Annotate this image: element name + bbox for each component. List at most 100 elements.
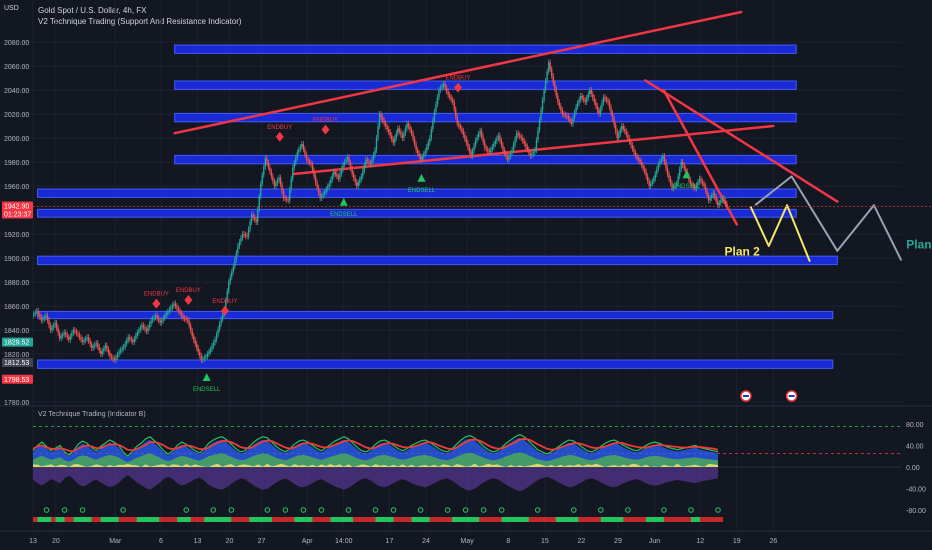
osc-state-bar (366, 517, 372, 522)
osc-state-bar (321, 517, 327, 522)
osc-state-bar (361, 517, 367, 522)
candle-body (450, 97, 452, 100)
candle-body (566, 115, 568, 117)
candle-body (404, 128, 407, 134)
time-tick-label: 6 (159, 538, 163, 545)
osc-state-bar (380, 517, 386, 522)
candle-body (34, 312, 36, 314)
candle-body (356, 182, 358, 186)
candle-body (139, 327, 142, 330)
candle-body (712, 193, 714, 196)
candle-body (84, 338, 87, 341)
candle-body (249, 222, 251, 230)
candle-body (409, 126, 411, 130)
osc-state-bar (488, 517, 494, 522)
candle-body (592, 94, 594, 98)
candle-body (511, 150, 513, 154)
candle-body (488, 150, 490, 153)
osc-state-bar (434, 517, 440, 522)
osc-state-bar (555, 517, 561, 522)
osc-state-bar (55, 517, 61, 522)
us-flag-icon-stripe (788, 395, 795, 397)
price-tick-label: 1960.00 (4, 184, 29, 191)
candle-body (455, 109, 457, 117)
osc-state-bar (627, 517, 633, 522)
candle-body (141, 325, 143, 328)
endbuy-diamond (184, 295, 193, 305)
candle-body (680, 162, 682, 170)
osc-state-bar (141, 517, 147, 522)
osc-state-bar (145, 517, 151, 522)
candle-body (199, 352, 201, 356)
osc-state-bar (564, 517, 570, 522)
candle-body (715, 197, 717, 202)
candle-body (418, 153, 420, 157)
osc-state-bar (64, 517, 70, 522)
candle-body (541, 100, 544, 110)
candle-body (118, 351, 120, 355)
candle-body (525, 143, 527, 147)
candle-body (637, 158, 640, 160)
osc-signal-dot (61, 507, 68, 513)
candle-body (648, 181, 650, 186)
candle-body (401, 134, 404, 138)
chart-canvas[interactable]: ENDBUY ENDBUY ENDBUY ENDBUY ENDBUY ENDBUY ENDS… (0, 0, 932, 550)
candle-body (416, 150, 419, 154)
osc-tick-label: 0.00 (906, 465, 920, 472)
candle-body (57, 328, 59, 334)
candle-body (109, 352, 111, 357)
candle-body (260, 183, 262, 197)
candle-body (669, 178, 672, 184)
candle-body (80, 337, 82, 340)
candle-body (505, 153, 507, 157)
osc-state-bar (582, 517, 588, 522)
candle-body (186, 319, 189, 321)
time-tick-label: 27 (258, 538, 266, 545)
candle-body (104, 345, 107, 349)
candle-body (614, 125, 617, 132)
candle-body (49, 325, 52, 330)
candle-body (394, 138, 396, 143)
candle-body (229, 276, 231, 282)
candle-body (582, 98, 585, 100)
candle-body (550, 69, 553, 76)
osc-state-bar (686, 517, 692, 522)
candle-body (546, 71, 548, 81)
osc-state-bar (587, 517, 593, 522)
osc-state-bar (343, 517, 349, 522)
candle-body (564, 114, 567, 116)
osc-state-bar (429, 517, 435, 522)
osc-state-bar (560, 517, 566, 522)
candle-body (683, 165, 685, 169)
candle-body (357, 182, 359, 186)
candle-body (101, 351, 104, 354)
osc-state-bar (231, 517, 237, 522)
candle-body (302, 144, 305, 150)
candle-body (406, 123, 408, 129)
candle-body (531, 154, 533, 156)
candle-body (298, 149, 300, 153)
candle-body (106, 345, 108, 350)
candle-body (682, 162, 684, 166)
candle-body (69, 336, 72, 340)
candle-body (243, 234, 245, 235)
candle-body (337, 176, 340, 179)
candle-body (211, 346, 213, 350)
candle-body (334, 171, 337, 174)
sr-zone (37, 255, 838, 266)
event-flags[interactable] (740, 390, 798, 402)
time-tick-label: May (461, 538, 475, 545)
candle-body (653, 178, 655, 182)
osc-state-bar (96, 517, 102, 522)
candle-body (328, 183, 330, 187)
candle-body (636, 156, 638, 158)
candle-body (576, 103, 579, 107)
candle-body (71, 333, 73, 337)
candle-body (384, 123, 387, 127)
candle-body (288, 189, 291, 201)
time-axis[interactable]: 13 20 Mar 6 13 20 27 Apr 14:00 17 24 May 8 15 22 29 Jun 1… (0, 530, 932, 545)
candle-body (60, 336, 62, 339)
endbuy-label: ENDBUY (313, 118, 338, 124)
osc-signal-dot (444, 507, 451, 513)
candle-body (581, 96, 583, 98)
